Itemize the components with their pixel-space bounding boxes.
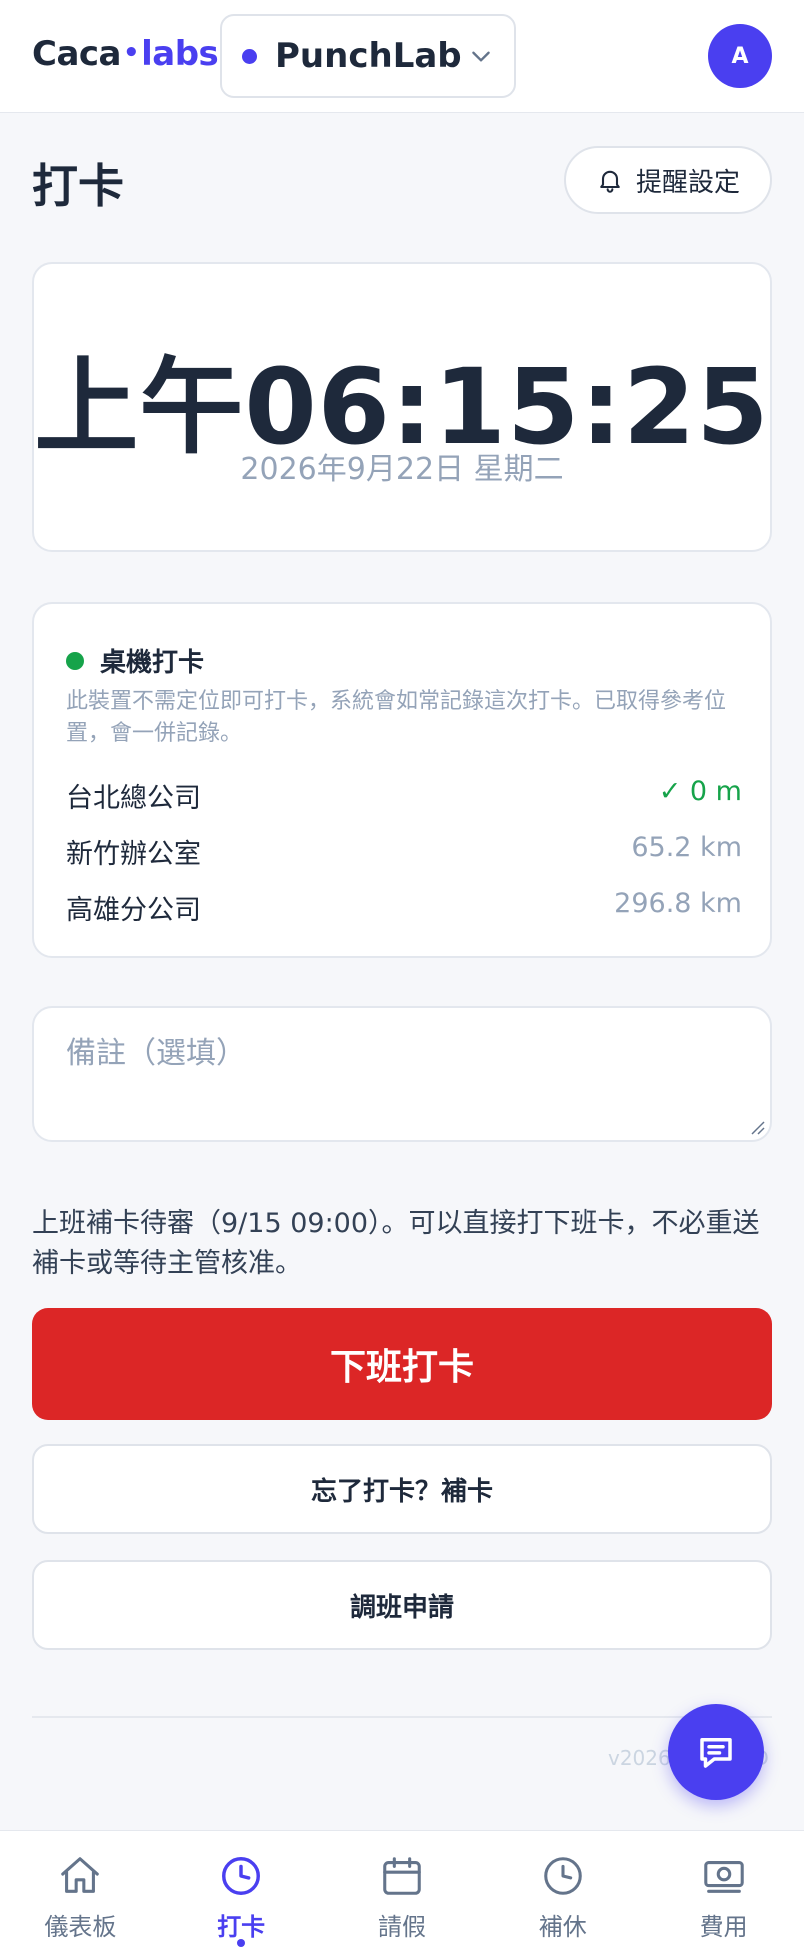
org-status-dot (242, 48, 257, 64)
shift-change-button[interactable]: 調班申請 (32, 1560, 772, 1650)
note-textarea[interactable]: 備註（選填） (32, 1006, 772, 1142)
user-avatar[interactable]: A (708, 24, 772, 88)
note-placeholder: 備註（選填） (66, 1036, 246, 1071)
clock-icon (543, 1857, 582, 1895)
current-date: 2026年9月22日 星期二 (240, 452, 564, 487)
missed-punch-button[interactable]: 忘了打卡？補卡 (32, 1444, 772, 1534)
clock-icon (222, 1857, 261, 1895)
home-icon (61, 1857, 100, 1893)
nav-label: 儀表板 (44, 1913, 117, 1941)
nav-item-dashboard[interactable]: 儀表板 (0, 1831, 161, 1960)
bottom-nav: 儀表板 打卡 請假 補休 費用 (0, 1830, 804, 1960)
resize-handle-icon[interactable] (748, 1118, 766, 1136)
nav-item-expense[interactable]: 費用 (643, 1831, 804, 1960)
chevron-down-icon (472, 51, 490, 62)
footer-divider (32, 1716, 772, 1718)
bell-icon (600, 170, 620, 193)
office-distance: 296.8 km (614, 888, 742, 919)
org-switcher[interactable]: PunchLab (220, 14, 516, 98)
office-name: 高雄分公司 (66, 895, 201, 926)
chat-fab-button[interactable] (668, 1704, 764, 1800)
clock-card: 上午06:15:25 2026年9月22日 星期二 (32, 262, 772, 552)
nav-item-comp-leave[interactable]: 補休 (482, 1831, 643, 1960)
reminder-settings-button[interactable]: 提醒設定 (564, 146, 772, 214)
nav-label: 費用 (699, 1913, 748, 1941)
location-card: 桌機打卡 此裝置不需定位即可打卡，系統會如常記錄這次打卡。已取得參考位置，會一併… (32, 602, 772, 958)
location-description: 此裝置不需定位即可打卡，系統會如常記錄這次打卡。已取得參考位置，會一併記錄。 (66, 689, 727, 746)
office-name: 台北總公司 (66, 783, 201, 814)
pending-correction-notice: 上班補卡待審（9/15 09:00）。可以直接打下班卡，不必重送補卡或等待主管核… (32, 1208, 760, 1279)
office-row: 高雄分公司 296.8 km (66, 888, 742, 927)
reminder-settings-label: 提醒設定 (635, 167, 740, 198)
money-icon (703, 1861, 744, 1893)
page-title: 打卡 (32, 159, 124, 213)
logo-text-accent: labs (141, 34, 219, 74)
app-logo[interactable]: Caca•labs (32, 34, 219, 74)
active-indicator (237, 1939, 246, 1947)
logo-text-primary: Caca (32, 34, 122, 74)
nav-label: 打卡 (217, 1913, 266, 1941)
nav-label: 請假 (377, 1913, 426, 1941)
office-distance: 65.2 km (631, 832, 742, 863)
top-header: Caca•labs PunchLab A (0, 0, 804, 113)
status-dot (66, 651, 84, 670)
chat-icon (700, 1738, 732, 1768)
org-name: PunchLab (275, 36, 462, 76)
location-mode-title: 桌機打卡 (100, 648, 205, 678)
location-header: 桌機打卡 (66, 642, 204, 679)
office-name: 新竹辦公室 (66, 839, 201, 870)
office-row: 台北總公司 ✓ 0 m (66, 776, 742, 815)
logo-dot: • (123, 38, 140, 68)
office-row: 新竹辦公室 65.2 km (66, 832, 742, 871)
nav-item-leave[interactable]: 請假 (322, 1831, 483, 1960)
office-distance: ✓ 0 m (658, 776, 742, 807)
calendar-icon (383, 1857, 421, 1895)
clock-out-button[interactable]: 下班打卡 (32, 1308, 772, 1420)
nav-label: 補休 (538, 1913, 587, 1941)
nav-item-punch[interactable]: 打卡 (161, 1831, 322, 1960)
